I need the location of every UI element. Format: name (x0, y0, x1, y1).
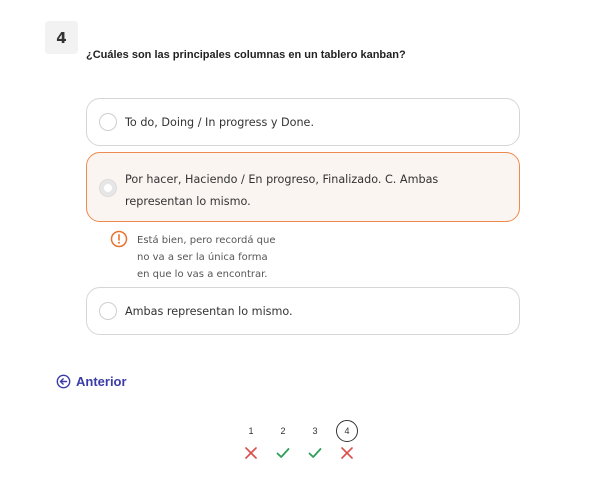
progress-step-4-current[interactable]: 4 (336, 420, 358, 460)
feedback-line: en que lo vas a encontrar. (137, 269, 268, 280)
progress-step-3[interactable]: 3 (304, 420, 326, 460)
radio-button[interactable] (99, 113, 117, 131)
incorrect-x-icon (341, 447, 353, 459)
step-number: 1 (248, 426, 254, 436)
feedback-message: Está bien, pero recordá que no va a ser … (137, 232, 297, 283)
previous-button[interactable]: Anterior (56, 374, 127, 389)
incorrect-x-icon (245, 447, 257, 459)
arrow-left-circle-icon (56, 374, 71, 389)
feedback-line: Está bien, pero recordá que (137, 235, 276, 246)
step-number: 3 (312, 426, 318, 436)
question-text: ¿Cuáles son las principales columnas en … (86, 49, 406, 61)
answer-option-label: Por hacer, Haciendo / En progreso, Final… (125, 173, 439, 208)
correct-check-icon (276, 448, 290, 458)
alert-circle-icon (110, 230, 128, 248)
answer-option-1[interactable]: To do, Doing / In progress y Done. (86, 98, 520, 146)
question-number: 4 (45, 21, 78, 54)
step-number: 2 (280, 426, 286, 436)
question-progress: 1 2 3 4 (240, 420, 358, 460)
feedback-line: no va a ser la única forma (137, 252, 268, 263)
answer-option-label: To do, Doing / In progress y Done. (125, 116, 314, 129)
radio-button-selected[interactable] (99, 179, 117, 197)
answer-option-2[interactable]: Por hacer, Haciendo / En progreso, Final… (86, 152, 520, 222)
correct-check-icon (308, 448, 322, 458)
progress-step-2[interactable]: 2 (272, 420, 294, 460)
step-number: 4 (336, 420, 358, 442)
radio-button[interactable] (99, 302, 117, 320)
progress-step-1[interactable]: 1 (240, 420, 262, 460)
previous-button-label: Anterior (76, 374, 127, 389)
answer-option-label: Ambas representan lo mismo. (125, 305, 293, 318)
answer-option-3[interactable]: Ambas representan lo mismo. (86, 287, 520, 335)
